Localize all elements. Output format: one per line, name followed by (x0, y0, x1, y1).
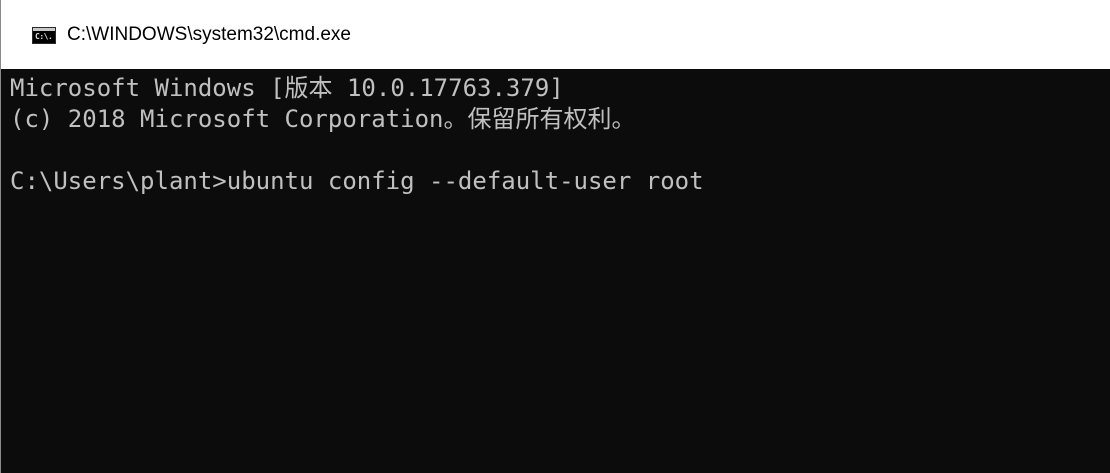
console-line-copyright: (c) 2018 Microsoft Corporation。保留所有权利。 (10, 105, 636, 133)
title-bar[interactable]: C:\. C:\WINDOWS\system32\cmd.exe (1, 0, 1110, 69)
cmd-window: C:\. C:\WINDOWS\system32\cmd.exe Microso… (0, 0, 1110, 473)
cmd-icon[interactable]: C:\. (32, 26, 56, 44)
cmd-icon-glyph: C:\. (35, 31, 53, 41)
cmd-icon-bar (33, 27, 55, 31)
console-output[interactable]: Microsoft Windows [版本 10.0.17763.379] (c… (1, 69, 1110, 473)
console-line-version: Microsoft Windows [版本 10.0.17763.379] (10, 74, 564, 102)
window-title: C:\WINDOWS\system32\cmd.exe (67, 23, 351, 45)
console-line-command: C:\Users\plant>ubuntu config --default-u… (10, 167, 704, 195)
